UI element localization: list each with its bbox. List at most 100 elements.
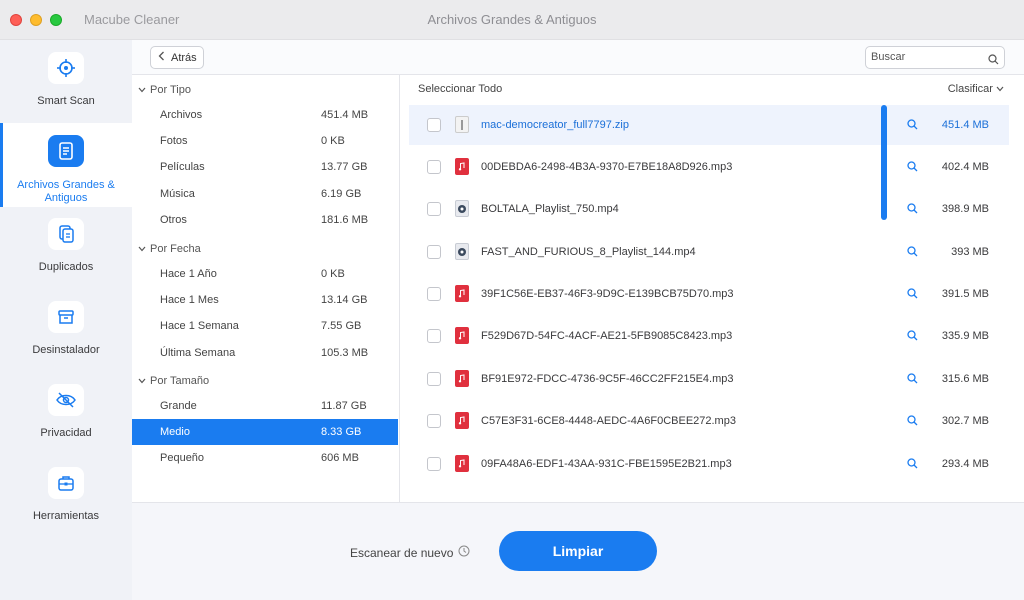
scrollbar[interactable] (881, 105, 887, 220)
category-otros[interactable]: Otros 181.6 MB (132, 207, 398, 233)
category-peliculas[interactable]: Películas 13.77 GB (132, 154, 398, 180)
chevron-down-icon (138, 375, 146, 387)
eye-off-icon (48, 384, 84, 416)
file-name: mac-democreator_full7797.zip (481, 119, 629, 131)
file-row[interactable]: BOLTALA_Playlist_750.mp4 398.9 MB (409, 189, 1009, 229)
back-button[interactable]: Atrás (150, 46, 204, 69)
category-name: Archivos (160, 109, 203, 121)
sidebar-item-duplicates[interactable]: Duplicados (0, 206, 132, 290)
category-grande[interactable]: Grande 11.87 GB (132, 393, 398, 419)
file-row[interactable]: 09FA48A6-EDF1-43AA-931C-FBE1595E2B21.mp3… (409, 444, 1009, 484)
category-hace-1-semana[interactable]: Hace 1 Semana 7.55 GB (132, 313, 398, 339)
sidebar-item-tools[interactable]: Herramientas (0, 455, 132, 539)
category-musica[interactable]: Música 6.19 GB (132, 181, 398, 207)
music-file-icon (455, 285, 469, 302)
reveal-in-finder-icon[interactable] (907, 288, 918, 302)
sidebar: Smart Scan Archivos Grandes & Antiguos D… (0, 40, 132, 600)
file-size: 402.4 MB (941, 161, 989, 173)
zip-file-icon (455, 116, 469, 133)
file-name: 39F1C56E-EB37-46F3-9D9C-E139BCB75D70.mp3 (481, 288, 734, 300)
rescan-label: Escanear de nuevo (350, 545, 454, 560)
file-name: BF91E972-FDCC-4736-9C5F-46CC2FF215E4.mp3 (481, 373, 734, 385)
copy-icon (48, 218, 84, 250)
category-size: 13.14 GB (321, 294, 368, 306)
section-by-type[interactable]: Por Tipo (138, 84, 191, 96)
category-ultima-semana[interactable]: Última Semana 105.3 MB (132, 340, 398, 366)
category-size: 451.4 MB (321, 109, 369, 121)
sidebar-item-label: Privacidad (40, 427, 92, 439)
file-row[interactable]: F529D67D-54FC-4ACF-AE21-5FB9085C8423.mp3… (409, 316, 1009, 356)
rescan-button[interactable]: Escanear de nuevo (350, 545, 470, 560)
file-row[interactable]: 00DEBDA6-2498-4B3A-9370-E7BE18A8D926.mp3… (409, 147, 1009, 187)
category-size: 606 MB (321, 452, 359, 464)
file-size: 398.9 MB (941, 203, 989, 215)
sidebar-item-large-old-files[interactable]: Archivos Grandes & Antiguos (0, 123, 132, 207)
select-all-button[interactable]: Seleccionar Todo (418, 83, 502, 95)
sidebar-item-label: Duplicados (38, 261, 94, 273)
category-archivos[interactable]: Archivos 451.4 MB (132, 102, 398, 128)
file-row[interactable]: 39F1C56E-EB37-46F3-9D9C-E139BCB75D70.mp3… (409, 274, 1009, 314)
reveal-in-finder-icon[interactable] (907, 373, 918, 387)
file-size: 293.4 MB (941, 458, 989, 470)
reveal-in-finder-icon[interactable] (907, 458, 918, 472)
reveal-in-finder-icon[interactable] (907, 119, 918, 133)
file-checkbox[interactable] (427, 202, 441, 216)
reveal-in-finder-icon[interactable] (907, 415, 918, 429)
category-name: Otros (160, 214, 187, 226)
sidebar-item-uninstaller[interactable]: Desinstalador (0, 289, 132, 373)
sidebar-item-privacy[interactable]: Privacidad (0, 372, 132, 456)
file-size: 393 MB (951, 246, 989, 258)
category-pequeno[interactable]: Pequeño 606 MB (132, 445, 398, 471)
file-row[interactable]: FAST_AND_FURIOUS_8_Playlist_144.mp4 393 … (409, 232, 1009, 272)
search-input[interactable]: Buscar (865, 46, 1005, 69)
file-checkbox[interactable] (427, 118, 441, 132)
chevron-down-icon (138, 243, 146, 255)
category-size: 0 KB (321, 135, 345, 147)
file-name: BOLTALA_Playlist_750.mp4 (481, 203, 619, 215)
document-icon (48, 135, 84, 167)
file-name: 09FA48A6-EDF1-43AA-931C-FBE1595E2B21.mp3 (481, 458, 732, 470)
section-by-size[interactable]: Por Tamaño (138, 375, 209, 387)
toolbox-icon (48, 467, 84, 499)
back-label: Atrás (171, 51, 197, 64)
file-checkbox[interactable] (427, 457, 441, 471)
music-file-icon (455, 412, 469, 429)
music-file-icon (455, 158, 469, 175)
file-size: 302.7 MB (941, 415, 989, 427)
file-name: F529D67D-54FC-4ACF-AE21-5FB9085C8423.mp3 (481, 330, 733, 342)
file-checkbox[interactable] (427, 372, 441, 386)
file-checkbox[interactable] (427, 245, 441, 259)
music-file-icon (455, 370, 469, 387)
section-by-date[interactable]: Por Fecha (138, 243, 201, 255)
crosshair-icon (48, 52, 84, 84)
category-name: Grande (160, 400, 197, 412)
reveal-in-finder-icon[interactable] (907, 161, 918, 175)
category-name: Última Semana (160, 347, 236, 359)
file-checkbox[interactable] (427, 329, 441, 343)
sort-dropdown[interactable]: Clasificar (948, 83, 1004, 95)
category-hace-1-ano[interactable]: Hace 1 Año 0 KB (132, 261, 398, 287)
category-size: 8.33 GB (321, 426, 362, 438)
file-checkbox[interactable] (427, 287, 441, 301)
category-name: Películas (160, 161, 205, 173)
category-name: Medio (160, 426, 190, 438)
file-checkbox[interactable] (427, 414, 441, 428)
clean-button[interactable]: Limpiar (499, 531, 657, 571)
reveal-in-finder-icon[interactable] (907, 246, 918, 260)
sidebar-item-smart-scan[interactable]: Smart Scan (0, 40, 132, 124)
category-fotos[interactable]: Fotos 0 KB (132, 128, 398, 154)
reveal-in-finder-icon[interactable] (907, 330, 918, 344)
reveal-in-finder-icon[interactable] (907, 203, 918, 217)
file-row[interactable]: mac-democreator_full7797.zip 451.4 MB (409, 105, 1009, 145)
category-hace-1-mes[interactable]: Hace 1 Mes 13.14 GB (132, 287, 398, 313)
file-row[interactable]: BF91E972-FDCC-4736-9C5F-46CC2FF215E4.mp3… (409, 359, 1009, 399)
chevron-left-icon (158, 51, 165, 64)
category-size: 7.55 GB (321, 320, 362, 332)
category-medio[interactable]: Medio 8.33 GB (132, 419, 398, 445)
category-size: 181.6 MB (321, 214, 369, 226)
file-list: Seleccionar Todo Clasificar mac-democrea… (401, 75, 1024, 502)
file-checkbox[interactable] (427, 160, 441, 174)
file-row[interactable]: C57E3F31-6CE8-4448-AEDC-4A6F0CBEE272.mp3… (409, 401, 1009, 441)
sidebar-item-label: Desinstalador (32, 344, 100, 356)
category-size: 11.87 GB (321, 400, 367, 412)
